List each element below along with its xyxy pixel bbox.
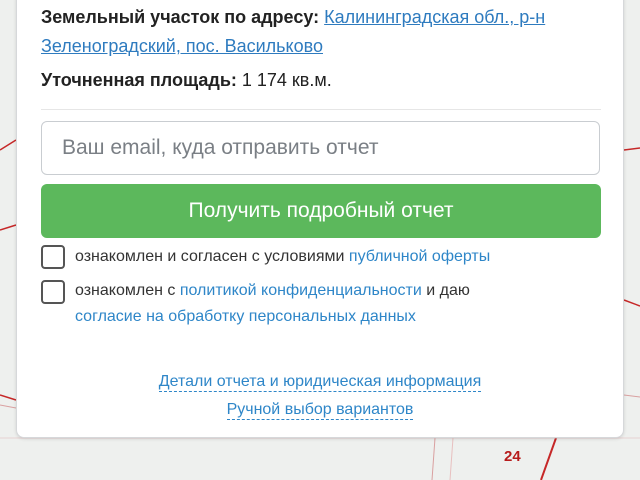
address-label: Земельный участок по адресу: (41, 7, 320, 27)
privacy-policy-link[interactable]: политикой конфиденциальности (180, 282, 422, 299)
divider (41, 109, 601, 110)
map-parcel-label: 24 (504, 448, 521, 465)
consent-offer-checkbox[interactable] (41, 245, 65, 269)
consent-offer-text: ознакомлен и согласен с условиями (75, 248, 349, 265)
consent-privacy-text-a: ознакомлен с (75, 282, 180, 299)
area-label: Уточненная площадь: (41, 70, 237, 90)
address-line: Земельный участок по адресу: Калининград… (41, 3, 601, 61)
public-offer-link[interactable]: публичной оферты (349, 248, 490, 265)
get-report-button[interactable]: Получить подробный отчет (41, 184, 601, 238)
manual-selection-link[interactable]: Ручной выбор вариантов (226, 400, 414, 420)
consent-privacy-text-b: и даю (421, 282, 470, 299)
area-line: Уточненная площадь: 1 174 кв.м. (41, 70, 332, 91)
area-value: 1 174 кв.м. (236, 70, 332, 90)
email-input[interactable] (41, 121, 600, 175)
report-details-link[interactable]: Детали отчета и юридическая информация (158, 372, 482, 392)
report-card: Земельный участок по адресу: Калининград… (16, 0, 624, 438)
consent-offer-label: ознакомлен и согласен с условиями публич… (75, 244, 490, 270)
personal-data-consent-link[interactable]: согласие на обработку персональных данны… (75, 308, 416, 325)
consent-privacy-checkbox[interactable] (41, 280, 65, 304)
consent-privacy-label: ознакомлен с политикой конфиденциальност… (75, 278, 605, 330)
footer-links: Детали отчета и юридическая информация Р… (17, 372, 623, 420)
